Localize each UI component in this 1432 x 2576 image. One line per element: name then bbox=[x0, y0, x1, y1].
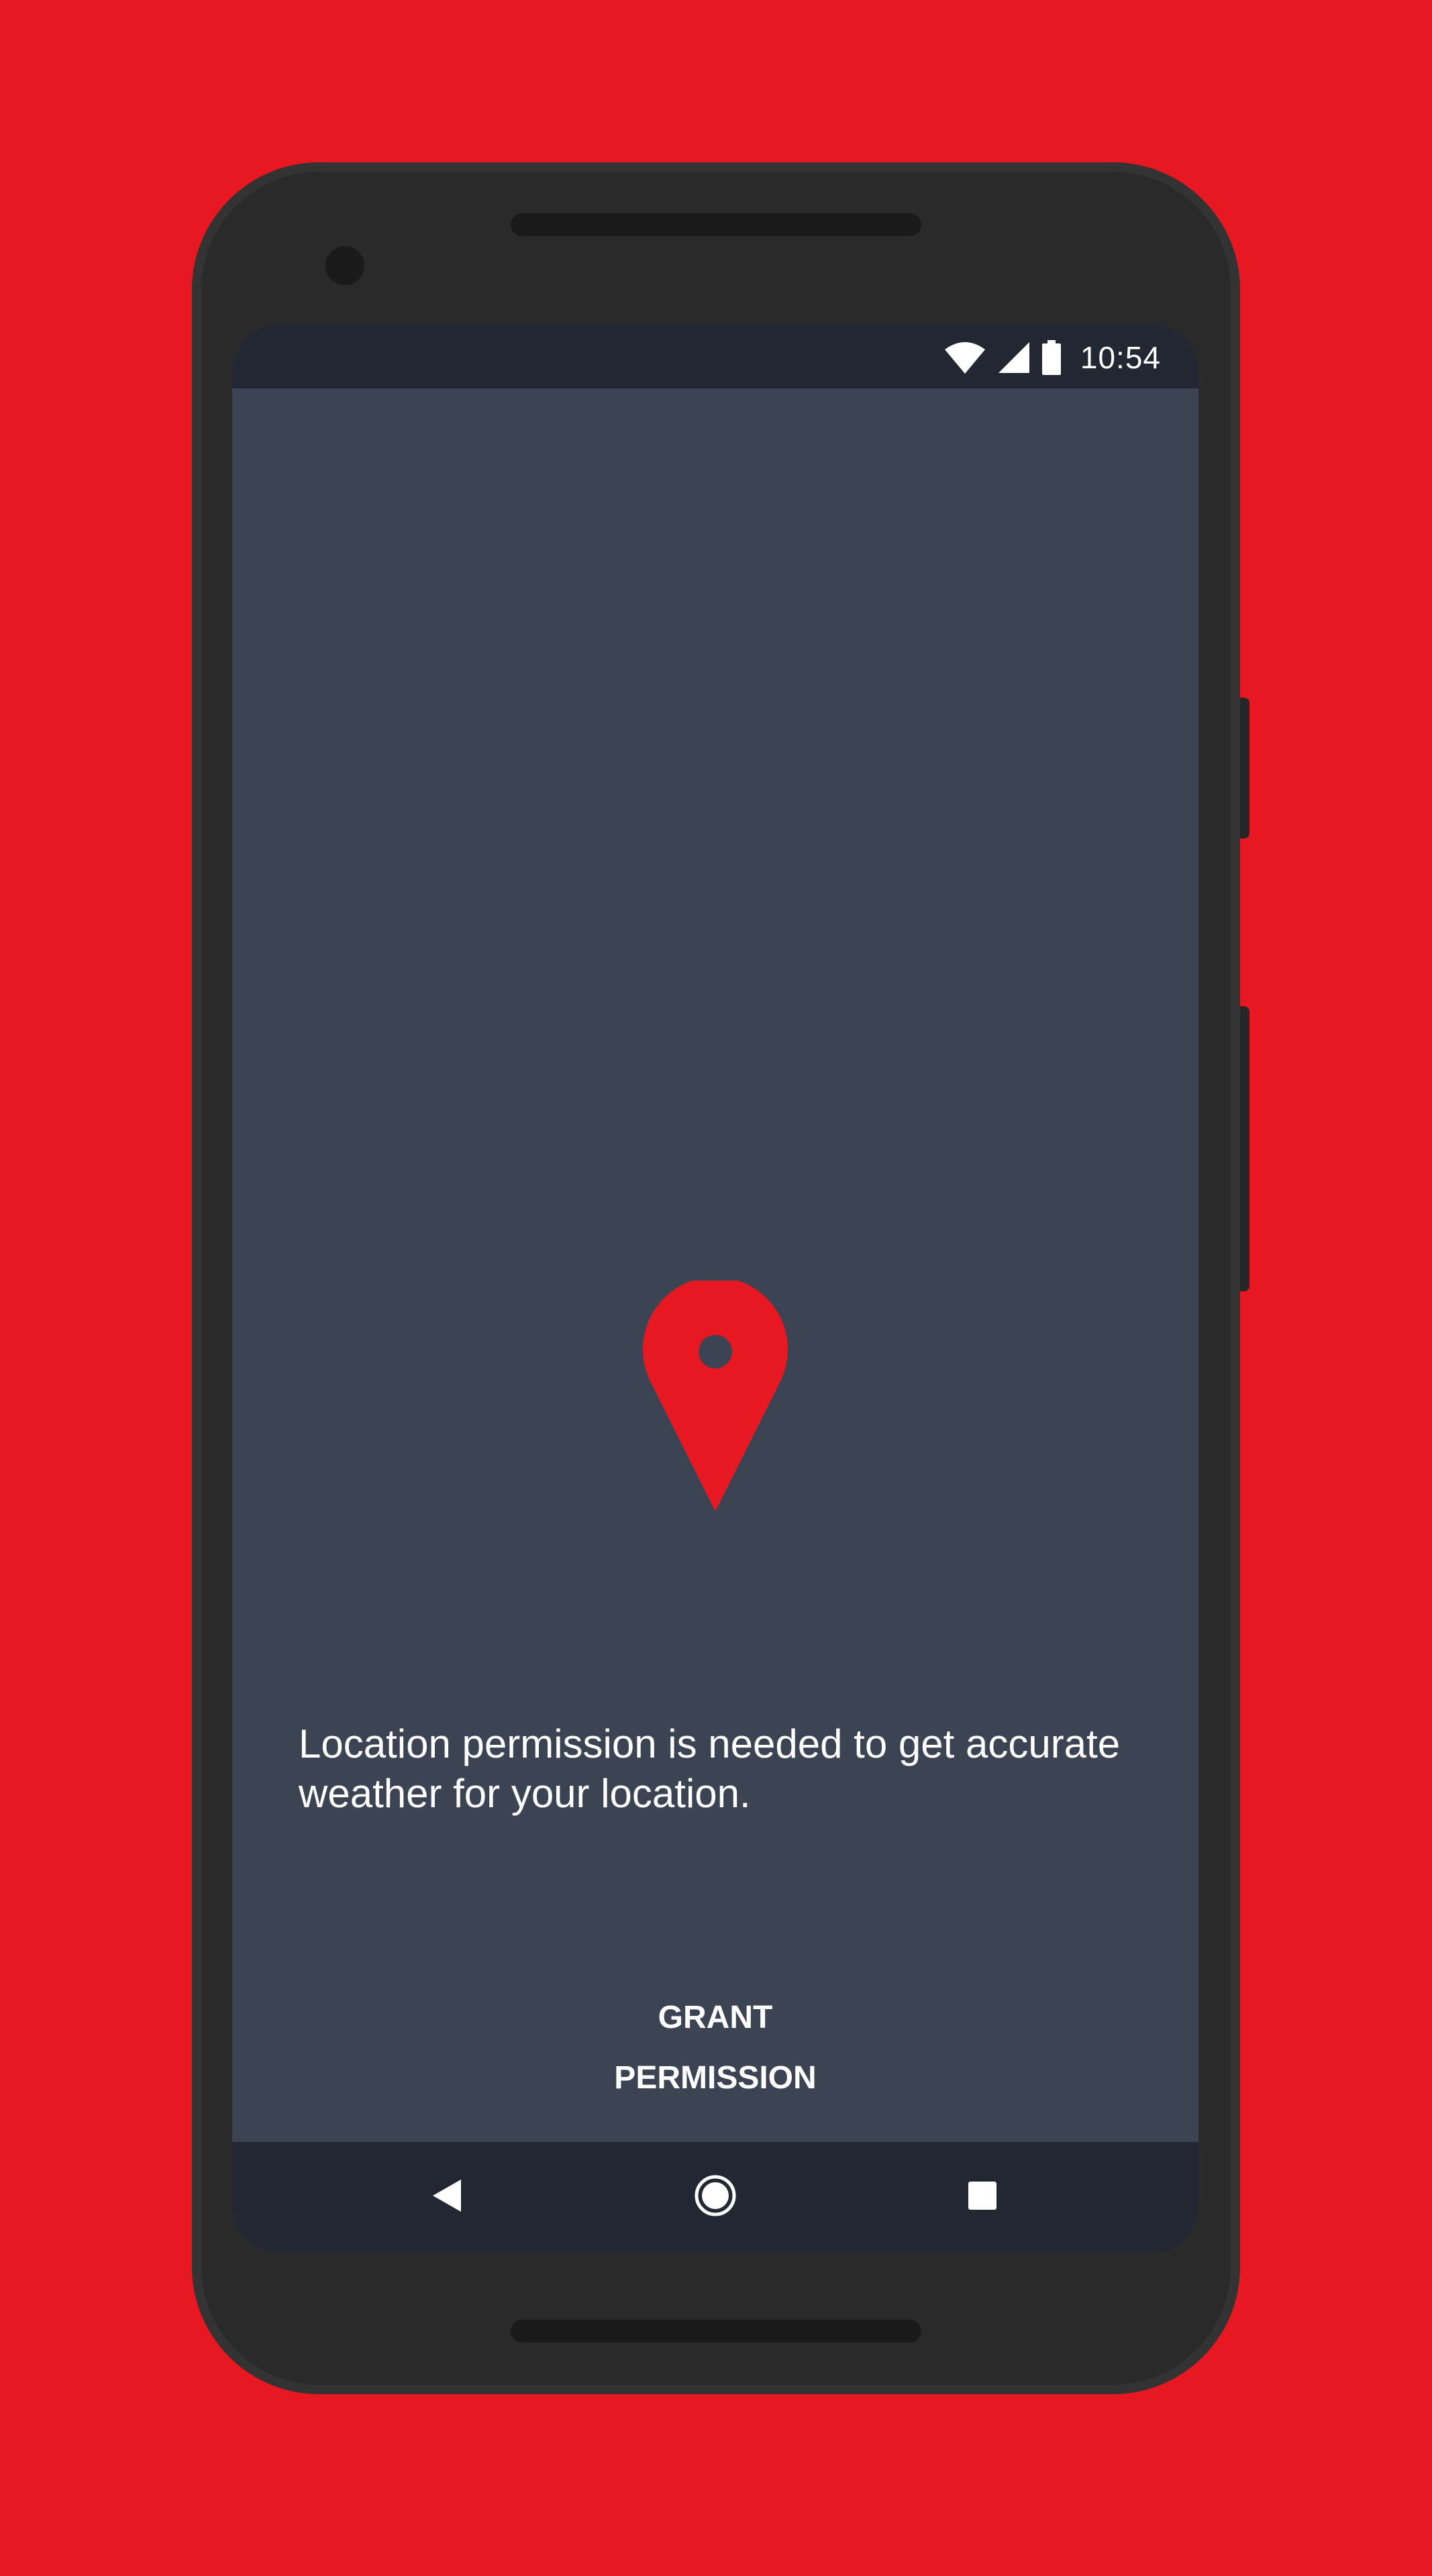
grant-permission-button[interactable]: GRANT PERMISSION bbox=[581, 1988, 850, 2096]
home-button[interactable] bbox=[682, 2162, 749, 2229]
volume-button bbox=[1240, 1006, 1249, 1291]
phone-screen: 10:54 Location permission is needed to g… bbox=[232, 324, 1198, 2253]
permission-message: Location permission is needed to get acc… bbox=[299, 1721, 1121, 1816]
front-camera bbox=[325, 246, 364, 285]
recents-button[interactable] bbox=[949, 2162, 1016, 2229]
home-icon bbox=[695, 2175, 736, 2216]
top-speaker bbox=[511, 213, 921, 236]
navigation-bar bbox=[232, 2142, 1198, 2253]
back-button[interactable] bbox=[413, 2162, 480, 2229]
cell-signal-icon bbox=[998, 342, 1029, 373]
permission-screen bbox=[232, 388, 1198, 2142]
back-icon bbox=[433, 2180, 461, 2212]
status-icons: 10:54 bbox=[943, 339, 1161, 376]
wifi-icon bbox=[944, 342, 985, 374]
bottom-speaker bbox=[511, 2320, 921, 2343]
status-bar: 10:54 bbox=[232, 324, 1198, 388]
battery-icon bbox=[1041, 340, 1061, 375]
power-button bbox=[1240, 698, 1249, 839]
recents-icon bbox=[968, 2182, 996, 2210]
status-time: 10:54 bbox=[1080, 340, 1161, 375]
location-pin-icon bbox=[643, 1281, 788, 1511]
